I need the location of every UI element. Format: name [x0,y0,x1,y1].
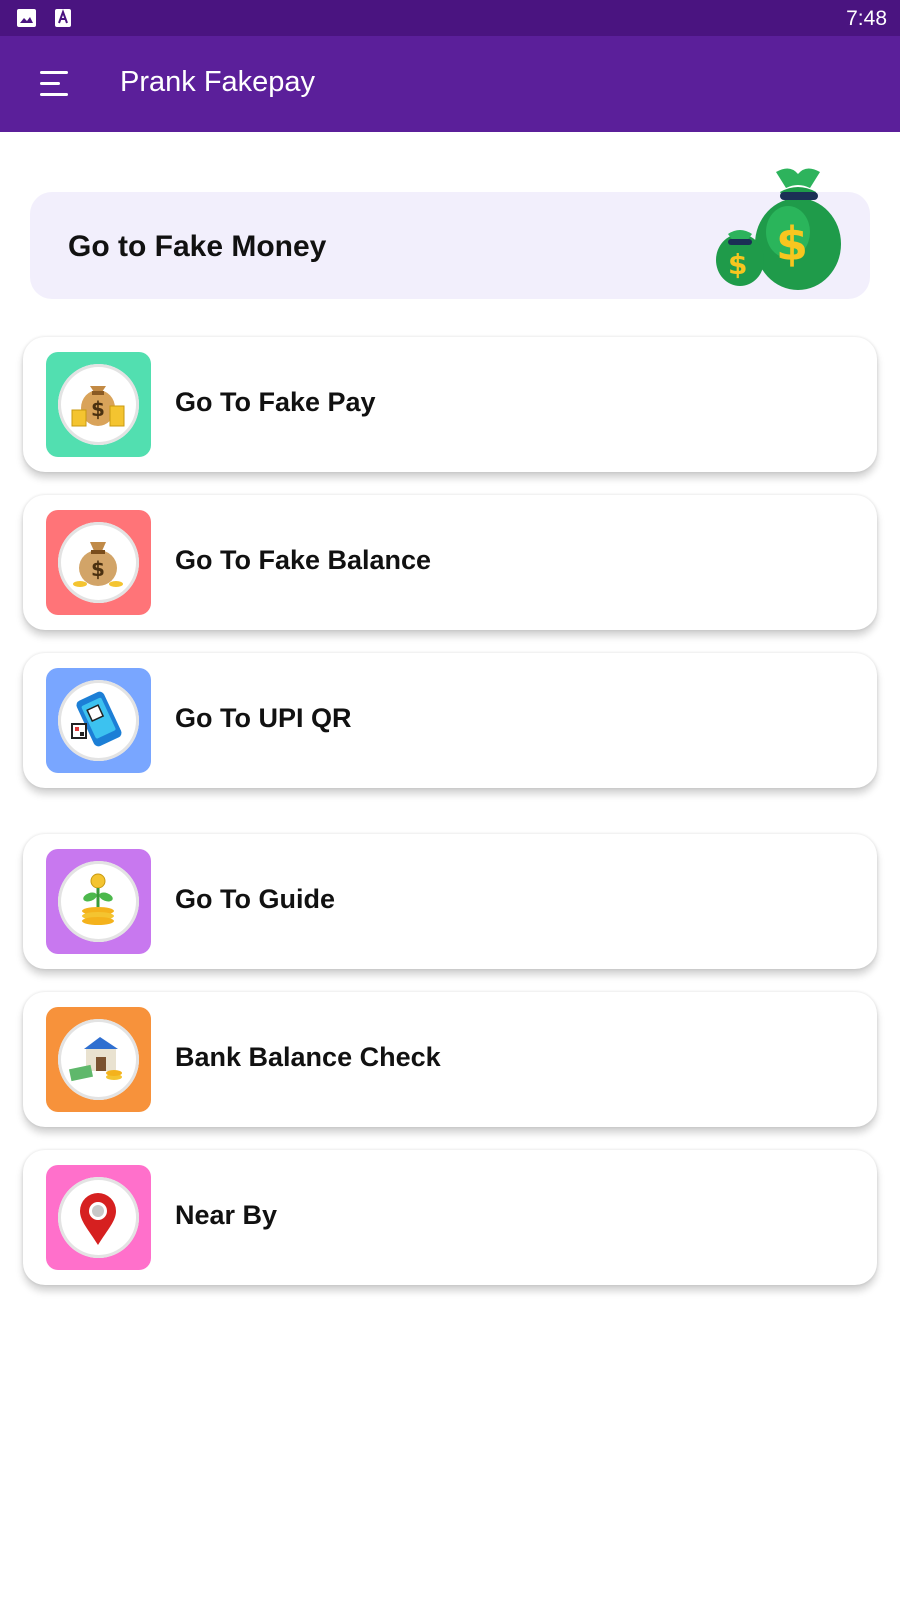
menu-item-fake-pay[interactable]: $ Go To Fake Pay [23,337,877,472]
banner-label: Go to Fake Money [68,230,327,263]
menu-item-tile [46,668,151,773]
menu-item-tile [46,1007,151,1112]
menu-item-fake-balance[interactable]: $ Go To Fake Balance [23,495,877,630]
menu-item-label: Bank Balance Check [175,1042,441,1072]
gallery-icon [17,9,36,27]
status-time: 7:48 [846,7,887,30]
fake-money-banner[interactable]: Go to Fake Money $ $ [30,168,870,299]
svg-text:$: $ [91,557,105,581]
hamburger-menu-icon[interactable] [30,60,78,108]
menu-item-guide[interactable]: Go To Guide [23,834,877,969]
app-bar: Prank Fakepay [0,36,900,132]
money-bag-coins-icon: $ [71,386,125,427]
svg-text:$: $ [728,248,747,281]
menu-item-upi-qr[interactable]: Go To UPI QR [23,653,877,788]
svg-text:$: $ [91,397,105,421]
menu-item-label: Go To Fake Pay [175,387,376,417]
money-bags-icon: $ $ [716,168,841,290]
menu-item-tile [46,1165,151,1270]
svg-text:$: $ [776,217,808,271]
location-pin-icon [80,1193,116,1245]
menu-item-tile [46,849,151,954]
status-bar: 7:48 [0,0,900,36]
menu-item-label: Go To Fake Balance [175,545,432,575]
menu-item-label: Go To UPI QR [175,703,352,733]
bank-cash-icon [68,1037,122,1082]
menu-item-near-by[interactable]: Near By [23,1150,877,1285]
menu-item-bank-balance-check[interactable]: Bank Balance Check [23,992,877,1127]
coin-plant-icon [82,873,114,925]
menu-item-tile: $ [46,352,151,457]
app-title: Prank Fakepay [120,66,316,98]
menu-item-tile: $ [46,510,151,615]
font-a-icon [55,9,71,27]
menu-item-label: Go To Guide [175,884,335,914]
menu-item-label: Near By [175,1200,278,1230]
phone-qr-icon [71,691,122,747]
money-sack-icon: $ [73,542,123,587]
